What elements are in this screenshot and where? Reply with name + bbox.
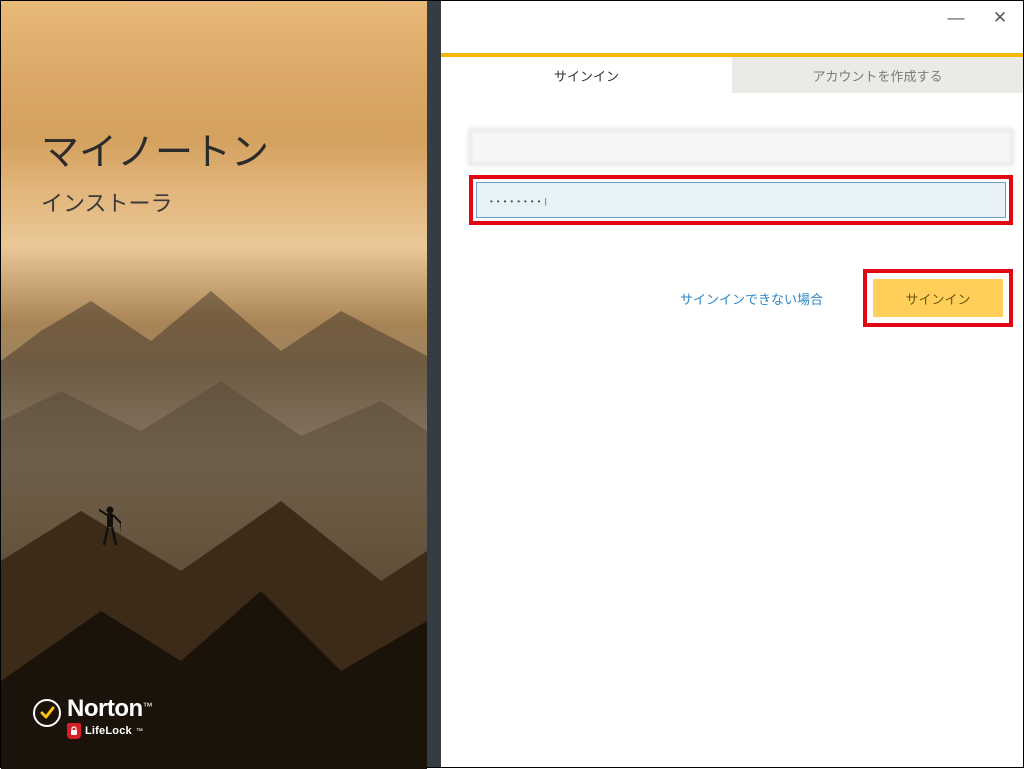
- brand-tm: ™: [143, 702, 153, 713]
- app-subtitle: インストーラ: [41, 186, 173, 218]
- window-controls: — ✕: [947, 9, 1009, 27]
- signin-highlight: サインイン: [863, 269, 1013, 327]
- left-hero-panel: マイノートン インストーラ Norton™: [1, 1, 441, 767]
- sub-brand-tm: ™: [136, 728, 143, 735]
- signin-panel: — ✕ サインイン アカウントを作成する ••••••••| サインインできない…: [441, 1, 1023, 767]
- signin-form: ••••••••|: [469, 129, 1013, 225]
- brand-logo: Norton™ LifeLock™: [33, 697, 153, 739]
- signin-button[interactable]: サインイン: [873, 279, 1003, 317]
- tab-signin[interactable]: サインイン: [441, 57, 732, 93]
- signin-actions: サインインできない場合 サインイン: [469, 269, 1013, 327]
- password-highlight: ••••••••|: [469, 175, 1013, 225]
- forgot-signin-link[interactable]: サインインできない場合: [680, 289, 823, 308]
- minimize-button[interactable]: —: [947, 9, 965, 27]
- brand-name: Norton: [67, 695, 143, 722]
- email-field[interactable]: [469, 129, 1013, 165]
- close-button[interactable]: ✕: [991, 9, 1009, 27]
- mountains-illustration: [1, 261, 427, 769]
- app-title: マイノートン: [41, 121, 269, 176]
- installer-window: マイノートン インストーラ Norton™: [0, 0, 1024, 768]
- tab-create-account[interactable]: アカウントを作成する: [732, 57, 1023, 93]
- lock-icon: [67, 723, 81, 739]
- hiker-icon: [99, 505, 121, 547]
- password-field[interactable]: ••••••••|: [476, 182, 1006, 218]
- checkmark-icon: [33, 699, 61, 727]
- panel-divider: [427, 1, 441, 767]
- auth-tabs: サインイン アカウントを作成する: [441, 57, 1023, 93]
- sub-brand-name: LifeLock: [85, 726, 132, 737]
